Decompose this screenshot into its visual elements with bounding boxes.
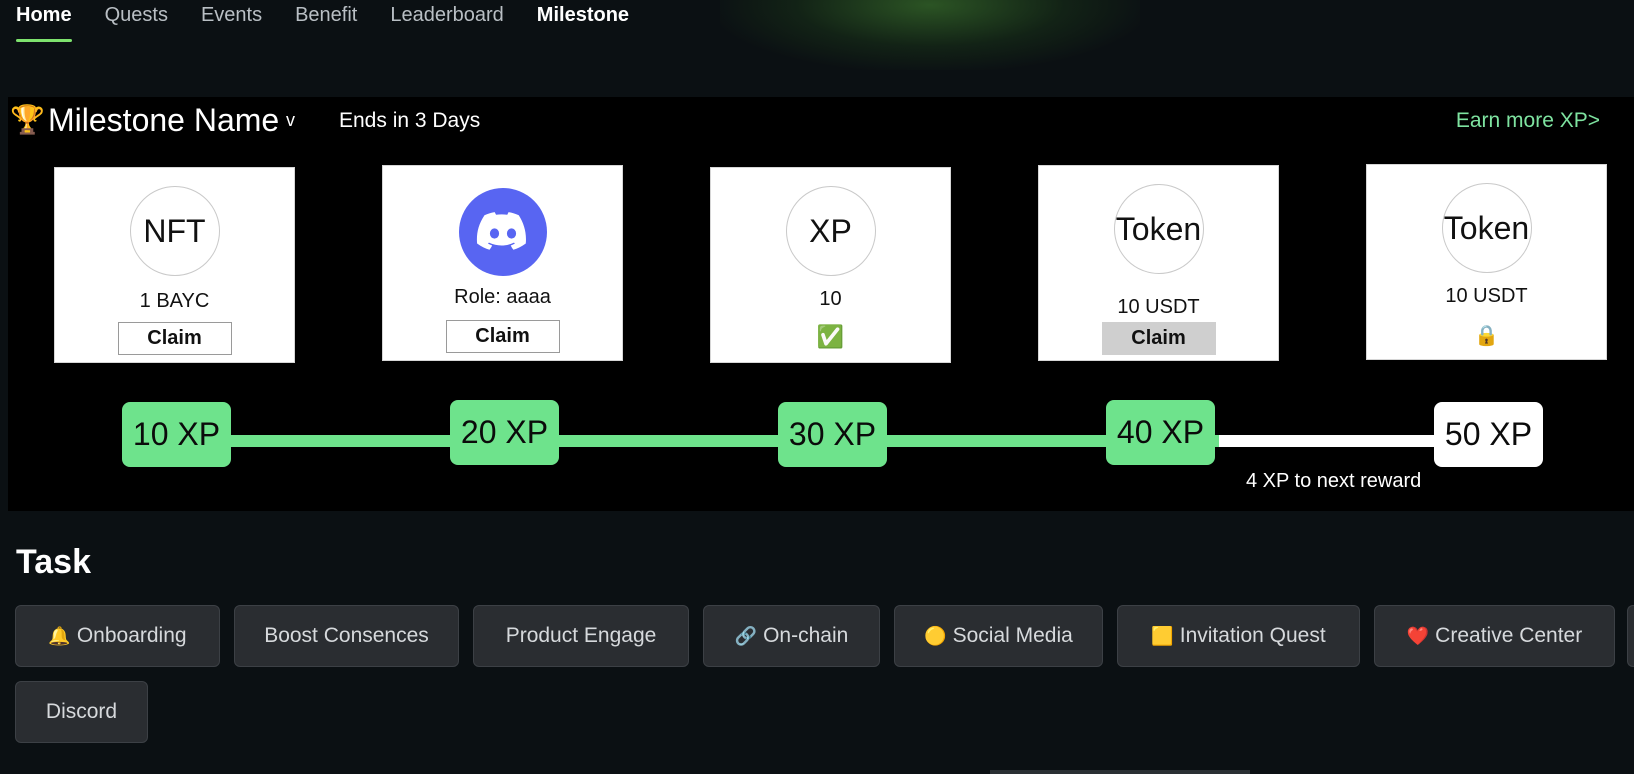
nav-tab-label: Events (200, 4, 263, 26)
reward-label: 10 USDT (1117, 296, 1200, 318)
nav-tab-leaderboard[interactable]: Leaderboard (390, 0, 503, 44)
task-tab-discord[interactable]: Discord (15, 681, 148, 743)
trophy-icon: 🏆 (10, 104, 45, 135)
next-reward-text: 4 XP to next reward (1246, 470, 1422, 492)
task-tab-label: Invitation Quest (1179, 624, 1326, 647)
nav-tab-quests[interactable]: Quests (105, 0, 168, 44)
heart-icon: ❤️ (1406, 625, 1430, 646)
nav-tab-events[interactable]: Events (201, 0, 262, 44)
discord-icon (458, 188, 547, 276)
reward-label: 10 (819, 288, 842, 310)
task-tab-social-media[interactable]: 🟡 Social Media (894, 605, 1103, 667)
task-tab-label: Boost Consences (264, 624, 429, 647)
reward-nft-icon: NFT (129, 186, 220, 276)
reward-card-token: Token 10 USDT Claim (1038, 165, 1279, 361)
reward-circle-label: Token (1443, 209, 1530, 246)
reward-label: 10 USDT (1445, 285, 1528, 307)
xp-milestone-node: 30 XP (778, 402, 887, 467)
milestone-panel: 🏆 Milestone Name v Ends in 3 Days Earn m… (8, 97, 1634, 511)
nav-tab-milestone[interactable]: Milestone (537, 0, 629, 44)
yellow-square-icon: 🟨 (1151, 625, 1174, 646)
task-tab-on-chain[interactable]: 🔗 On-chain (703, 605, 880, 667)
reward-token-icon: Token (1441, 183, 1532, 273)
header-glow (720, 0, 1140, 70)
task-tab-label: On-chain (763, 624, 849, 647)
xp-milestone-node: 20 XP (450, 400, 559, 465)
task-tab-product-engage[interactable]: Product Engage (473, 605, 689, 667)
claim-button[interactable]: Claim (445, 320, 560, 353)
lock-icon: 🔒 (1474, 325, 1499, 347)
chevron-down-icon[interactable]: v (286, 110, 295, 131)
reward-card-discord-role: Role: aaaa Claim (382, 165, 623, 361)
claim-button[interactable]: Claim (117, 322, 232, 355)
task-tab-label: Discord (45, 700, 118, 723)
task-section-title: Task (16, 543, 91, 581)
reward-circle-label: NFT (143, 212, 206, 249)
progress-fill (178, 435, 1219, 447)
nav-tab-label: Home (16, 4, 72, 26)
earn-more-xp-link[interactable]: Earn more XP> (1456, 109, 1600, 133)
task-tab-label: Social Media (952, 624, 1073, 647)
nav-tab-benefit[interactable]: Benefit (295, 0, 357, 44)
task-tab-onboarding[interactable]: 🔔 Onboarding (15, 605, 220, 667)
milestone-ends-text: Ends in 3 Days (339, 109, 481, 132)
xp-milestone-node: 40 XP (1106, 400, 1215, 465)
task-tab-label: Creative Center (1435, 624, 1583, 647)
reward-card-token-locked: Token 10 USDT 🔒 (1366, 164, 1607, 360)
bell-icon: 🔔 (48, 625, 71, 646)
nav-tab-label: Milestone (536, 4, 630, 26)
reward-card-nft: NFT 1 BAYC Claim (54, 167, 295, 363)
nav-tab-label: Benefit (295, 4, 358, 26)
task-tab-boost-consences[interactable]: Boost Consences (234, 605, 459, 667)
yellow-circle-icon: 🟡 (924, 625, 947, 646)
milestone-header: 🏆 Milestone Name v Ends in 3 Days Earn m… (8, 97, 1634, 147)
task-tab-label: Onboarding (76, 624, 187, 647)
xp-milestone-node-locked: 50 XP (1434, 402, 1543, 467)
xp-milestone-node: 10 XP (122, 402, 231, 467)
reward-token-icon: Token (1113, 184, 1204, 274)
nav-tab-label: Quests (104, 4, 168, 26)
top-nav: Home Quests Events Benefit Leaderboard M… (16, 0, 662, 46)
reward-label: Role: aaaa (454, 286, 551, 308)
active-tab-underline (16, 39, 72, 42)
reward-circle-label: XP (809, 212, 852, 249)
task-tab-label: Product Engage (505, 624, 657, 647)
reward-label: 1 BAYC (139, 290, 210, 312)
nav-tab-home[interactable]: Home (16, 0, 72, 44)
reward-circle-label: Token (1115, 210, 1202, 247)
link-icon: 🔗 (734, 625, 758, 646)
milestone-title[interactable]: Milestone Name (48, 102, 279, 139)
nav-tab-label: Leaderboard (390, 4, 504, 26)
bottom-divider (990, 770, 1250, 774)
claim-button[interactable]: Claim (1101, 322, 1216, 355)
checkmark-icon: ✅ (816, 324, 845, 349)
reward-card-xp: XP 10 ✅ (710, 167, 951, 363)
task-tab-creative-center[interactable]: ❤️ Creative Center (1374, 605, 1615, 667)
reward-xp-icon: XP (785, 186, 876, 276)
task-tab-invitation-quest[interactable]: 🟨 Invitation Quest (1117, 605, 1360, 667)
task-tab-overflow[interactable] (1627, 605, 1634, 667)
